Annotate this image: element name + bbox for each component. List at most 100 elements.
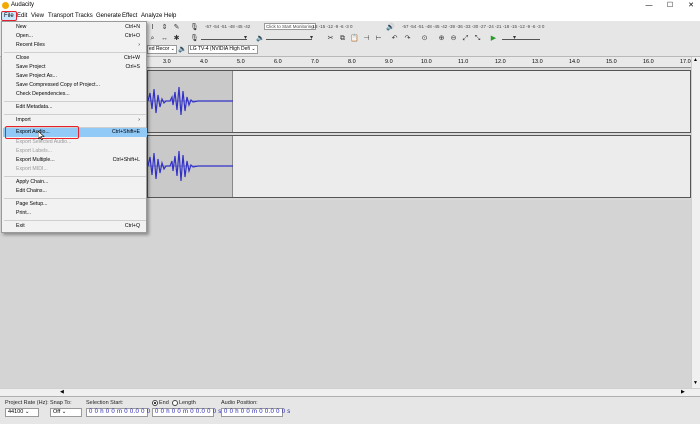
menu-item-apply-chain[interactable]: Apply Chain... [3,178,147,187]
draw-tool-icon[interactable]: ✎ [172,23,181,32]
mic-volume-icon: 🎙 [190,35,199,42]
menu-item-save-compressed-copy[interactable]: Save Compressed Copy of Project... [3,81,147,90]
menu-item-exit[interactable]: Exit Ctrl+Q [3,222,147,231]
file-menu-dropdown: New Ctrl+N Open... Ctrl+O Recent Files › Cl… [1,21,147,233]
ruler-tick: 16.0 [643,59,654,65]
zoom-in-icon[interactable]: ⊕ [437,34,446,43]
ruler-tick: 9.0 [385,59,393,65]
start-monitoring-button[interactable]: Click to Start Monitoring [264,23,316,30]
menu-transport[interactable]: Transport [46,12,75,20]
menu-edit[interactable]: Edit [15,12,29,20]
menu-view[interactable]: View [29,12,46,20]
ruler-tick: 5.0 [237,59,245,65]
audio-track-right[interactable] [147,135,691,198]
selection-start-label: Selection Start: [86,400,124,406]
timeshift-tool-icon[interactable]: ↔ [160,34,169,43]
vertical-scrollbar[interactable]: ▲ ▼ [691,57,700,388]
multi-tool-icon[interactable]: ✱ [172,34,181,43]
project-rate-select[interactable]: 44100 ⌄ [5,408,39,417]
paste-icon[interactable]: 📋 [350,34,359,43]
menu-help[interactable]: Help [162,12,178,20]
recording-device-select[interactable]: ed Recor ⌄ [147,45,177,54]
zoom-tool-icon[interactable]: ⌕ [148,34,157,43]
ruler-tick: 11.0 [458,59,469,65]
microphone-icon[interactable]: 🎙 [190,23,199,32]
play-speed-slider[interactable] [502,39,540,40]
menu-separator [4,101,146,102]
scroll-up-icon[interactable]: ▲ [693,57,698,63]
playback-meter-scale[interactable]: -57 -54 -51 -48 -45 -42 -39 -36 -33 -30 … [402,24,544,29]
menu-item-edit-metadata[interactable]: Edit Metadata... [3,103,147,112]
fit-selection-icon[interactable]: ⤢ [461,34,470,43]
ruler-tick: 4.0 [200,59,208,65]
end-radio-label: End [159,400,169,406]
close-button[interactable]: ✕ [682,1,700,10]
sync-lock-icon[interactable]: ⊙ [420,34,429,43]
play-at-speed-icon[interactable]: ▶ [489,34,498,43]
menu-item-save-project[interactable]: Save Project Ctrl+S [3,63,147,72]
menu-item-import[interactable]: Import › [3,116,147,125]
menu-item-new[interactable]: New Ctrl+N [3,23,147,32]
menu-item-open[interactable]: Open... Ctrl+O [3,32,147,41]
envelope-tool-icon[interactable]: ⇕ [160,23,169,32]
ruler-tick: 6.0 [274,59,282,65]
menu-analyze[interactable]: Analyze [139,12,164,20]
menu-item-recent-files[interactable]: Recent Files › [3,41,147,50]
audio-position-field[interactable]: 0 0 h 0 0 m 0 0.0 0 0 s [221,408,290,417]
menu-generate[interactable]: Generate [94,12,123,20]
menu-item-check-dependencies[interactable]: Check Dependencies... [3,90,147,99]
cut-icon[interactable]: ✂ [326,34,335,43]
audio-track-left[interactable] [147,70,691,133]
record-meter-scale[interactable]: -57 -54 -51 -48 -45 -42 [205,24,250,29]
ruler-tick: 10.0 [421,59,432,65]
mouse-cursor-icon [38,131,45,141]
slider-thumb-icon[interactable]: ▾ [241,34,250,43]
selection-tool-icon[interactable]: I [148,23,157,32]
speaker-meter-icon[interactable]: 🔊 [386,23,395,32]
selection-start-field[interactable]: 0 0 h 0 0 m 0 0.0 0 0 s [86,408,155,417]
playback-device-select[interactable]: LG TV-4 (NVIDIA High Defi ⌄ [188,45,258,54]
scroll-down-icon[interactable]: ▼ [693,380,698,386]
timeline-ruler[interactable]: 3.0 4.0 5.0 6.0 7.0 8.0 9.0 10.0 11.0 12… [147,57,700,68]
menu-item-edit-chains[interactable]: Edit Chains... [3,187,147,196]
track-empty-region[interactable] [233,71,690,132]
scroll-left-icon[interactable]: ◀ [60,389,64,395]
menu-item-export-midi: Export MIDI... [16,166,48,172]
selection-end-field[interactable]: 0 0 h 0 0 m 0 0.0 0 0 s [152,408,221,417]
project-rate-label: Project Rate (Hz): [5,400,49,406]
window-title: Audacity [11,2,35,8]
menu-separator [4,114,146,115]
minimize-button[interactable]: — [640,1,658,10]
menu-item-export-multiple[interactable]: Export Multiple... Ctrl+Shift+L [3,156,147,165]
snap-to-select[interactable]: Off ⌄ [50,408,82,417]
maximize-button[interactable]: ☐ [661,1,679,10]
fit-project-icon[interactable]: ⤡ [473,34,482,43]
silence-icon[interactable]: ⊢ [374,34,383,43]
trim-icon[interactable]: ⊣ [362,34,371,43]
record-meter-scale-end[interactable]: -18 -15 -12 -9 -6 -3 0 [311,24,353,29]
menu-item-save-project-as[interactable]: Save Project As... [3,72,147,81]
menu-item-print[interactable]: Print... [3,209,147,218]
undo-icon[interactable]: ↶ [390,34,399,43]
scroll-right-icon[interactable]: ▶ [681,389,685,395]
slider-thumb-icon-3[interactable]: ▾ [510,34,519,43]
audacity-logo-icon [2,2,9,9]
ruler-tick: 3.0 [163,59,171,65]
length-radio[interactable] [172,400,178,406]
zoom-out-icon[interactable]: ⊖ [449,34,458,43]
menu-item-close[interactable]: Close Ctrl+W [3,54,147,63]
menu-item-page-setup[interactable]: Page Setup... [3,200,147,209]
redo-icon[interactable]: ↷ [403,34,412,43]
end-radio[interactable] [152,400,158,406]
submenu-arrow-icon: › [138,117,140,123]
menu-effect[interactable]: Effect [120,12,139,20]
playback-volume-slider[interactable] [266,39,312,40]
copy-icon[interactable]: ⧉ [338,34,347,43]
waveform [148,150,233,182]
playback-device-label: LG TV-4 (NVIDIA High Defi [190,46,250,52]
track-empty-region[interactable] [233,136,690,197]
menu-tracks[interactable]: Tracks [73,12,95,20]
horizontal-scrollbar[interactable]: ◀ ▶ [0,388,700,396]
slider-thumb-icon-2[interactable]: ▾ [307,34,316,43]
title-bar: Audacity — ☐ ✕ [0,0,700,11]
